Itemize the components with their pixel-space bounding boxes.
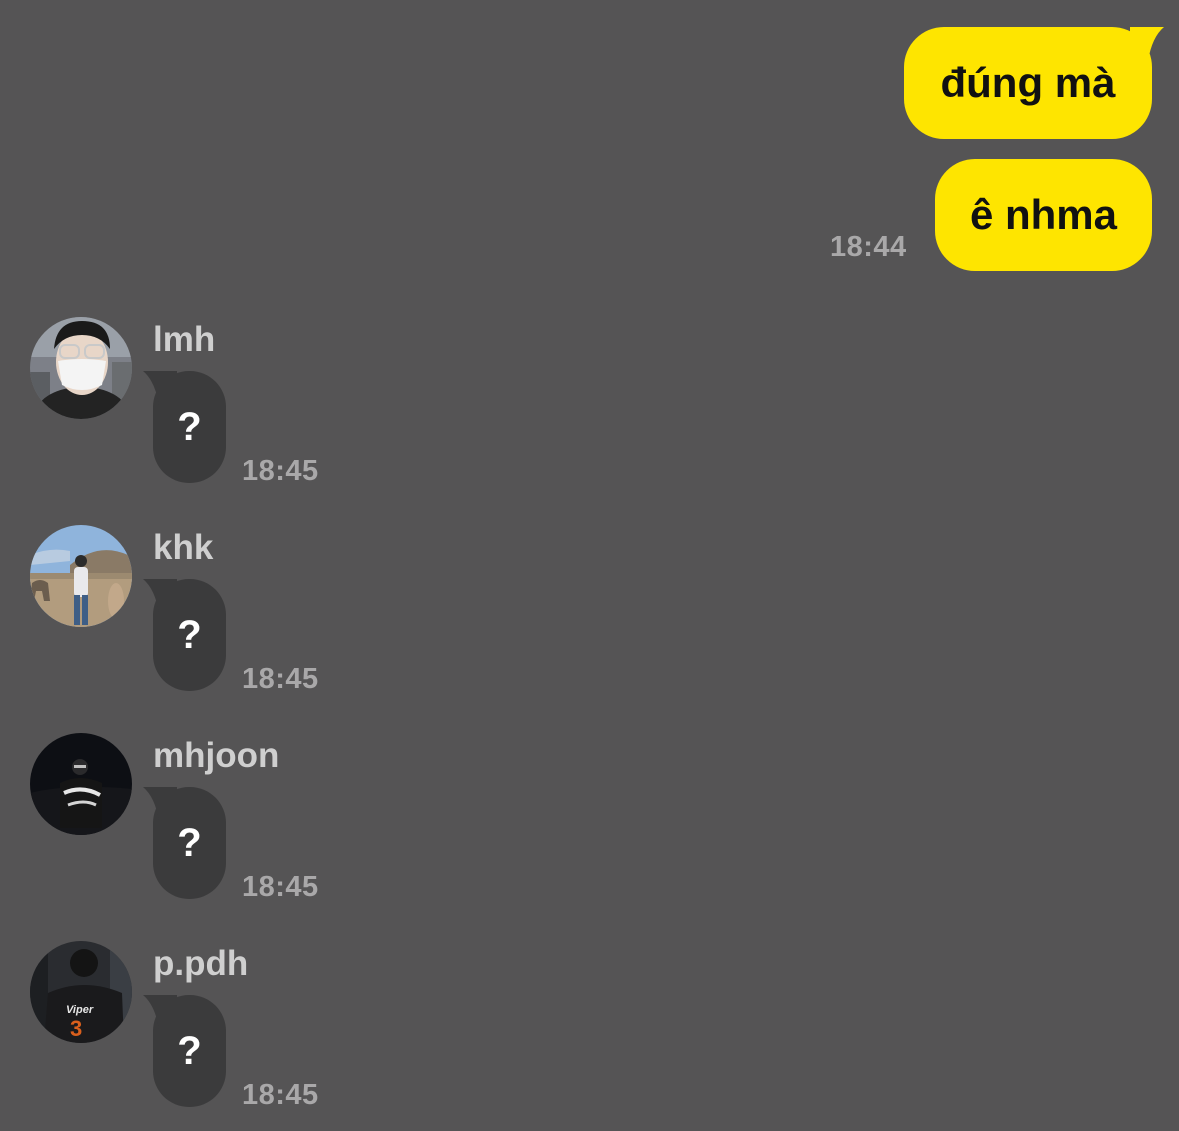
avatar[interactable] bbox=[30, 733, 132, 835]
sender-name: p.pdh bbox=[153, 944, 249, 983]
incoming-message-text: ? bbox=[177, 404, 202, 449]
bubble-tail bbox=[143, 787, 177, 821]
profile-photo-icon: Viper 3 bbox=[30, 941, 132, 1043]
sender-name: mhjoon bbox=[153, 736, 280, 775]
incoming-message-bubble[interactable]: ? bbox=[143, 579, 226, 691]
incoming-message-bubble[interactable]: ? bbox=[143, 787, 226, 899]
incoming-message-bubble[interactable]: ? bbox=[143, 371, 226, 483]
message-timestamp: 18:45 bbox=[242, 871, 319, 903]
profile-photo-icon bbox=[30, 525, 132, 627]
sender-name: khk bbox=[153, 528, 214, 567]
incoming-message-text: ? bbox=[177, 612, 202, 657]
message-timestamp: 18:45 bbox=[242, 1079, 319, 1111]
incoming-message-bubble[interactable]: ? bbox=[143, 995, 226, 1107]
incoming-message-text: ? bbox=[177, 820, 202, 865]
profile-photo-icon bbox=[30, 733, 132, 835]
outgoing-message-bubble[interactable]: ê nhma bbox=[935, 159, 1152, 271]
incoming-message-text: ? bbox=[177, 1028, 202, 1073]
outgoing-message-bubble[interactable]: đúng mà bbox=[904, 27, 1164, 139]
sender-name: lmh bbox=[153, 320, 216, 359]
jersey-number: 3 bbox=[70, 1016, 82, 1041]
jersey-name: Viper bbox=[66, 1004, 94, 1016]
bubble-tail bbox=[143, 371, 177, 405]
bubble-tail bbox=[1130, 27, 1164, 61]
message-timestamp: 18:45 bbox=[242, 455, 319, 487]
message-timestamp: 18:44 bbox=[830, 231, 907, 263]
outgoing-message-text: ê nhma bbox=[969, 191, 1118, 238]
outgoing-message-text: đúng mà bbox=[940, 59, 1116, 106]
avatar[interactable] bbox=[30, 525, 132, 627]
avatar[interactable] bbox=[30, 317, 132, 419]
bubble-tail bbox=[143, 995, 177, 1029]
avatar[interactable]: Viper 3 bbox=[30, 941, 132, 1043]
message-timestamp: 18:45 bbox=[242, 663, 319, 695]
profile-photo-icon bbox=[30, 317, 132, 419]
bubble-tail bbox=[143, 579, 177, 613]
